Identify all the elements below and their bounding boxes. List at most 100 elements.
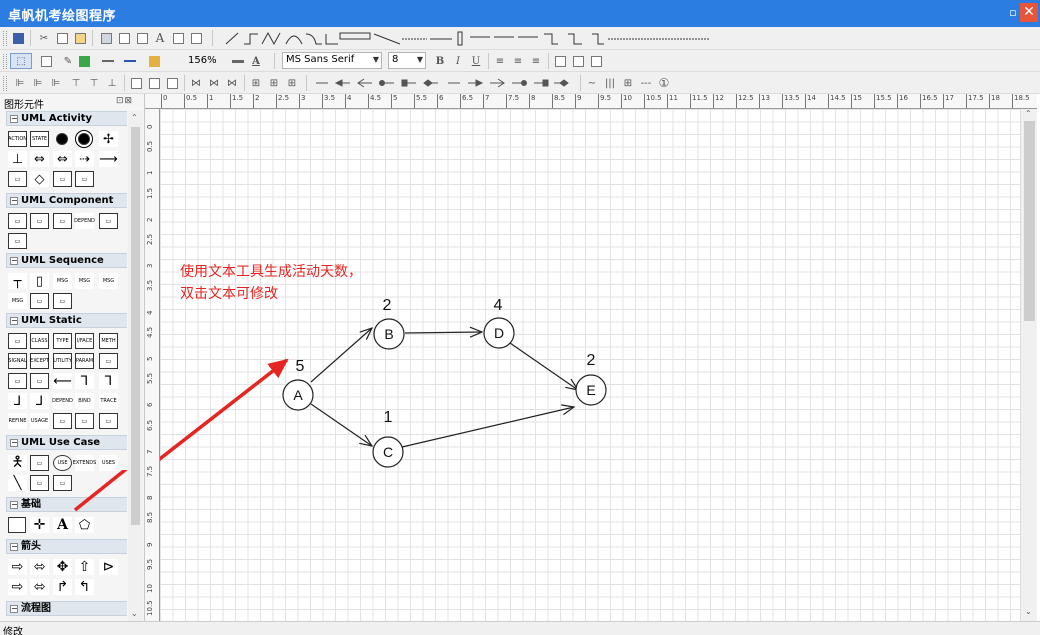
- use-case-object-icon[interactable]: ▭: [30, 475, 49, 491]
- depend-static-connector[interactable]: DEPEND: [52, 393, 73, 409]
- vertical-lines-icon[interactable]: |||: [602, 75, 618, 91]
- component-icon[interactable]: ▭: [30, 213, 49, 229]
- static-package-icon[interactable]: ▭: [8, 333, 27, 349]
- ungroup-icon[interactable]: [134, 30, 150, 46]
- group-arrows[interactable]: − 箭头: [6, 539, 127, 554]
- signal-shape[interactable]: SIGNAL: [8, 353, 27, 369]
- pen-icon[interactable]: ✎: [60, 53, 76, 69]
- param-shape[interactable]: PARAM: [75, 353, 94, 369]
- underline-button[interactable]: U: [468, 53, 484, 69]
- bring-front-icon[interactable]: ⊞: [248, 75, 264, 91]
- space-horizontal-icon[interactable]: ⋈: [188, 75, 204, 91]
- send-back-icon[interactable]: ⊞: [266, 75, 282, 91]
- operation-icon[interactable]: ▭: [30, 373, 49, 389]
- step-arrow-icon[interactable]: ⅂: [99, 373, 118, 389]
- arrow-icon[interactable]: ⟶: [99, 151, 118, 167]
- align-left-icon[interactable]: ≡: [492, 53, 508, 69]
- color-icon[interactable]: [76, 53, 92, 69]
- polygon-tool-icon[interactable]: ⬠: [75, 517, 94, 533]
- table-icon[interactable]: [170, 30, 186, 46]
- align-left-edge-icon[interactable]: ⊫: [12, 75, 28, 91]
- align-center-icon[interactable]: ≡: [510, 53, 526, 69]
- align-center-edge-icon[interactable]: ⊫: [30, 75, 46, 91]
- align-top-icon[interactable]: ⊤: [68, 75, 84, 91]
- actor-icon[interactable]: 🯅: [8, 454, 27, 471]
- italic-button[interactable]: I: [450, 53, 466, 69]
- drawing-canvas[interactable]: A B C D E 5 2 1 4 2 使用文本工具生成活动天数， 双击文本可修…: [160, 109, 1020, 621]
- canvas-scroll-thumb[interactable]: [1024, 121, 1035, 321]
- same-size-icon[interactable]: [164, 75, 180, 91]
- text-tool-icon[interactable]: A: [53, 517, 72, 533]
- canvas-scroll-up-icon[interactable]: ⌃: [1025, 109, 1032, 118]
- valign-middle-icon[interactable]: [570, 53, 586, 69]
- cut-icon[interactable]: ✂: [36, 30, 52, 46]
- same-width-icon[interactable]: [128, 75, 144, 91]
- sequence-object-icon[interactable]: ▭: [30, 293, 49, 309]
- usage-connector[interactable]: USAGE: [30, 413, 49, 429]
- step-connector-icon[interactable]: ⅂: [75, 373, 94, 389]
- copy-icon[interactable]: [54, 30, 70, 46]
- exception-shape[interactable]: EXCEPT: [30, 353, 49, 369]
- folder-icon[interactable]: ▭: [75, 171, 94, 187]
- uses-connector[interactable]: USES: [99, 455, 118, 471]
- notched-arrow-icon[interactable]: ⇨: [8, 579, 27, 595]
- use-case-shape[interactable]: USE: [53, 455, 72, 471]
- toolbar-grip[interactable]: [3, 31, 7, 46]
- bent-arrow-icon[interactable]: ↱: [53, 579, 72, 595]
- attribute-icon[interactable]: ▭: [8, 373, 27, 389]
- shadow-icon[interactable]: [146, 53, 162, 69]
- up-arrow-shape-icon[interactable]: ⇧: [75, 559, 94, 575]
- same-height-icon[interactable]: [146, 75, 162, 91]
- association-icon[interactable]: ╲: [8, 475, 27, 491]
- restore-button[interactable]: ▫: [1006, 6, 1020, 20]
- text-icon[interactable]: A: [152, 30, 168, 46]
- method-shape[interactable]: METH: [99, 333, 118, 349]
- grid-icon[interactable]: [188, 30, 204, 46]
- trace-connector[interactable]: TRACE: [99, 393, 118, 409]
- type-shape[interactable]: TYPE: [53, 333, 72, 349]
- step-number-icon[interactable]: ①: [656, 75, 672, 91]
- extends-connector[interactable]: EXTENDS: [73, 455, 96, 471]
- toolbar-grip[interactable]: [3, 54, 7, 69]
- split-arrow-icon[interactable]: ⬄: [30, 579, 49, 595]
- bind-connector[interactable]: BIND: [75, 393, 94, 409]
- zoom-level[interactable]: 156%: [188, 55, 217, 66]
- self-message-connector[interactable]: MSG: [8, 293, 27, 309]
- node-icon[interactable]: ▭: [53, 213, 72, 229]
- valign-bottom-icon[interactable]: [588, 53, 604, 69]
- class-shape[interactable]: CLASS: [30, 333, 49, 349]
- pentagon-arrow-icon[interactable]: ⊳: [99, 559, 118, 575]
- merge-icon[interactable]: ⇔: [53, 151, 72, 167]
- pointer-tool-icon[interactable]: ⬚: [10, 53, 32, 69]
- group-uml-activity[interactable]: − UML Activity: [6, 111, 127, 126]
- group-uml-use-case[interactable]: − UML Use Case: [6, 435, 127, 450]
- image-icon[interactable]: [98, 30, 114, 46]
- static-folder-icon[interactable]: ▭: [99, 413, 118, 429]
- group-basic[interactable]: − 基础: [6, 497, 127, 512]
- font-size-select[interactable]: 8 ▼: [388, 52, 426, 69]
- activation-icon[interactable]: ▯: [30, 273, 49, 289]
- subsystem-icon[interactable]: ▭: [8, 233, 27, 249]
- font-color-icon[interactable]: A: [248, 53, 264, 69]
- static-interface-icon[interactable]: ▭: [75, 413, 94, 429]
- close-button[interactable]: ✕: [1020, 3, 1038, 22]
- package-icon[interactable]: ▭: [8, 213, 27, 229]
- align-middle-icon[interactable]: ⊤: [86, 75, 102, 91]
- fork-icon[interactable]: ✢: [99, 131, 118, 147]
- sequence-note-icon[interactable]: ▭: [53, 293, 72, 309]
- four-way-arrow-icon[interactable]: ✥: [53, 559, 72, 575]
- utility-shape[interactable]: UTILITY: [53, 353, 72, 369]
- static-object-icon[interactable]: ▭: [53, 413, 72, 429]
- canvas-scroll-down-icon[interactable]: ⌄: [1025, 607, 1032, 616]
- align-bottom-icon[interactable]: ⊥: [104, 75, 120, 91]
- connector-palette-icons[interactable]: [222, 30, 712, 47]
- decision-icon[interactable]: ◇: [30, 171, 49, 187]
- group-uml-sequence[interactable]: − UML Sequence: [6, 253, 127, 268]
- fill-icon[interactable]: [38, 53, 54, 69]
- rectangle-tool-icon[interactable]: [8, 517, 26, 533]
- async-message-connector[interactable]: MSG: [75, 273, 94, 289]
- group-icon[interactable]: [116, 30, 132, 46]
- panel-pin-close-icon[interactable]: ⊡⊠: [116, 96, 133, 106]
- state-shape[interactable]: STATE: [30, 131, 49, 147]
- toolbar-grip[interactable]: [3, 76, 7, 91]
